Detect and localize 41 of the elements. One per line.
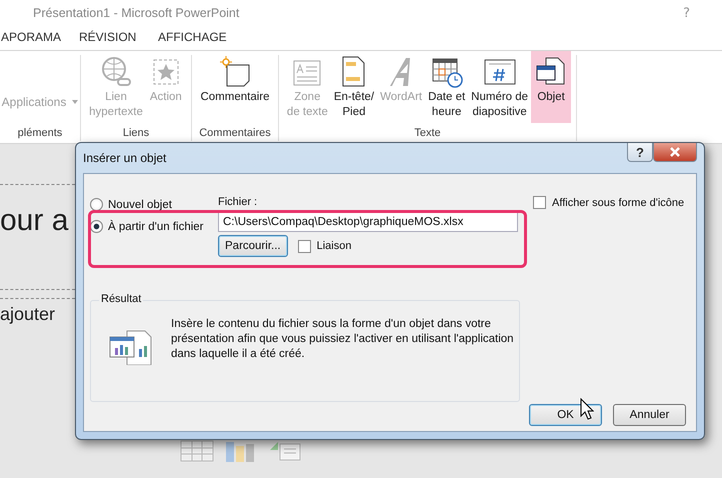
file-label: Fichier : [218, 196, 258, 208]
ribbon-button[interactable]: Numéro de diapositive [468, 51, 532, 123]
slide-title-text: our a [0, 204, 68, 238]
table-icon [180, 440, 214, 462]
dialog-title: Insérer un objet [83, 151, 166, 165]
file-path-field[interactable]: C:\Users\Compaq\Desktop\graphiqueMOS.xlsx [218, 212, 518, 232]
window-title: Présentation1 - Microsoft PowerPoint [33, 6, 240, 20]
icon-display-checkbox[interactable] [533, 196, 546, 209]
browse-button[interactable]: Parcourir... [218, 235, 288, 257]
group-label: Texte [413, 127, 442, 141]
radio-button[interactable] [90, 220, 103, 233]
ribbon-button[interactable]: Objet [531, 51, 572, 123]
smartart-icon [268, 440, 302, 462]
close-button[interactable] [653, 143, 697, 162]
group-label: pléments [16, 127, 64, 141]
radio-label: Nouvel objet [108, 198, 172, 210]
mouse-cursor-icon [580, 398, 594, 420]
group-label: Résultat [99, 293, 144, 305]
comment-note-icon [218, 55, 252, 89]
ribbon-tab[interactable]: AFFICHAGE [158, 26, 248, 44]
page-header-icon [342, 56, 366, 87]
embedded-chart-icon [109, 329, 153, 365]
help-button[interactable]: ? [627, 143, 653, 162]
ribbon-button[interactable]: Date et heure [425, 51, 468, 123]
checkbox-label: Afficher sous forme d'icône [552, 196, 684, 208]
caret-icon [72, 100, 78, 104]
ribbon-tab[interactable]: APORAMA [1, 26, 79, 44]
result-description: Insère le contenu du fichier sous la forme d'un objet dans votre présentation afin que vous puissiez l'activer en utilisant l'application dans laquelle il a été créé. [171, 317, 515, 362]
group-label: Commentaires [198, 127, 272, 141]
slide-body-text: ajouter [0, 304, 56, 325]
link-checkbox[interactable] [298, 240, 311, 252]
ribbon-tab[interactable]: RÉVISION [79, 26, 158, 44]
ribbon-button[interactable]: Commentaire [197, 51, 273, 123]
checkbox-label: Liaison [316, 240, 352, 252]
group-label: Liens [122, 127, 150, 141]
cancel-button[interactable]: Annuler [613, 404, 686, 426]
ok-button[interactable]: OK [529, 404, 602, 426]
close-icon [670, 147, 680, 157]
radio-label: À partir d'un fichier [108, 220, 204, 232]
ribbon-button[interactable]: En-tête/ Pied [330, 51, 378, 123]
radio-button[interactable] [90, 198, 103, 211]
